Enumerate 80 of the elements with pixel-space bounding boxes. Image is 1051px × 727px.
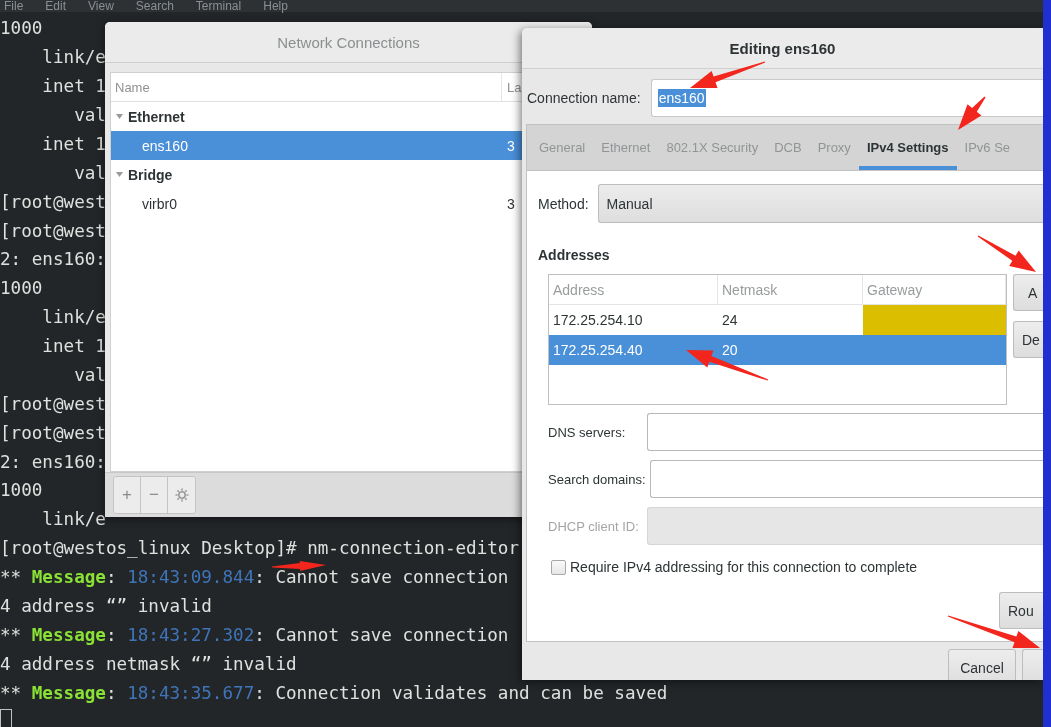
- column-header[interactable]: Gateway: [863, 275, 1006, 304]
- terminal-line: [root@west: [0, 394, 106, 413]
- gateway-cell[interactable]: [863, 305, 1006, 335]
- method-dropdown[interactable]: Manual: [597, 184, 1043, 223]
- terminal-line: inet 1: [41, 77, 106, 96]
- connection-name: ens160: [142, 137, 189, 154]
- group-label: Bridge: [128, 166, 173, 183]
- connection-name-field[interactable]: ens160: [650, 79, 1043, 117]
- table-cell-text: 172.25.254.10: [552, 311, 644, 330]
- terminal-line: 2: ens160:: [0, 250, 106, 269]
- menu-item[interactable]: Edit: [45, 0, 67, 12]
- connection-name: virbr0: [142, 195, 178, 212]
- window-title: Network Connections: [277, 33, 420, 51]
- terminal-line: ** Message: 18:43:09.844: Cannot save connection: [0, 568, 509, 587]
- terminal-line: link/e: [41, 308, 106, 327]
- annotation-arrow: [272, 561, 326, 571]
- table-cell: 3: [507, 195, 515, 212]
- text-field[interactable]: [647, 413, 1043, 451]
- text-field[interactable]: [649, 460, 1043, 498]
- menu-item[interactable]: View: [88, 0, 114, 12]
- terminal-line: 1000: [0, 481, 43, 500]
- annotation-arrow: [977, 235, 1036, 272]
- table-cell-text: 20: [721, 341, 739, 360]
- tab[interactable]: Proxy: [809, 125, 859, 170]
- dialog-button[interactable]: [1022, 649, 1043, 680]
- menu-item[interactable]: Search: [135, 0, 174, 12]
- column-header[interactable]: Address: [549, 275, 718, 304]
- menu-item[interactable]: Terminal: [195, 0, 242, 12]
- terminal-line: 1000: [0, 19, 43, 38]
- annotation-arrow: [958, 96, 986, 130]
- terminal-line: link/e: [41, 48, 106, 67]
- menu-item[interactable]: File: [4, 0, 24, 12]
- section-heading: Addresses: [538, 247, 611, 265]
- routes-button[interactable]: Rou: [999, 592, 1043, 629]
- terminal-line: 4 address netmask “” invalid: [0, 654, 297, 673]
- dialog-title: Editing ens160: [729, 39, 836, 57]
- terminal-line: val: [73, 365, 106, 384]
- table-cell-text: 24: [721, 311, 739, 330]
- terminal-line: [root@west: [0, 423, 106, 442]
- add-button[interactable]: +: [114, 477, 141, 513]
- terminal-line: 1000: [0, 279, 43, 298]
- group-label: Ethernet: [128, 108, 185, 125]
- checkbox[interactable]: [551, 559, 566, 575]
- delete-button[interactable]: De: [1013, 321, 1043, 358]
- field-label: Connection name:: [527, 90, 641, 106]
- terminal-line: ** Message: 18:43:27.302: Cannot save connection: [0, 625, 509, 644]
- menu-item[interactable]: Help: [263, 0, 288, 12]
- terminal-line: val: [73, 163, 106, 182]
- field-label: Search domains:: [548, 471, 646, 487]
- settings-button[interactable]: [168, 477, 195, 513]
- terminal-line: 4 address “” invalid: [0, 596, 212, 615]
- table-cell-text: 172.25.254.40: [552, 341, 644, 360]
- terminal-line: link/e: [41, 510, 106, 529]
- add-button[interactable]: A: [1013, 274, 1043, 311]
- gear-icon: [174, 488, 189, 502]
- terminal-line: ** Message: 18:43:35.677: Connection validates and can be saved: [0, 683, 668, 702]
- terminal-cursor: [0, 709, 12, 727]
- column-header[interactable]: Name: [111, 73, 502, 101]
- address-row[interactable]: 172.25.254.40 20: [549, 335, 1006, 365]
- field-label: DHCP client ID:: [548, 518, 640, 534]
- field-label: DNS servers:: [548, 424, 627, 440]
- expander-icon[interactable]: [115, 170, 124, 179]
- terminal-line: inet 1: [41, 337, 106, 356]
- terminal-line: [root@west: [0, 192, 106, 211]
- column-header[interactable]: Netmask: [718, 275, 863, 304]
- tab[interactable]: Ethernet: [593, 125, 659, 170]
- terminal-line: 2: ens160:: [0, 452, 106, 471]
- expander-icon[interactable]: [115, 112, 124, 121]
- terminal-line: [root@west: [0, 221, 106, 240]
- terminal-line: inet 1: [41, 134, 106, 153]
- field-label: Method:: [538, 195, 589, 212]
- table-cell: 3: [507, 137, 515, 154]
- remove-button[interactable]: −: [141, 477, 168, 513]
- checkbox-label: Require IPv4 addressing for this connection to complete: [570, 559, 918, 575]
- cancel-button[interactable]: Cancel: [948, 649, 1016, 680]
- tab[interactable]: 802.1X Security: [658, 125, 767, 170]
- terminal-line: [root@westos_linux Desktop]# nm-connection-editor: [0, 539, 520, 558]
- terminal-line: val: [73, 106, 106, 125]
- tab[interactable]: IPv6 Se: [956, 125, 1019, 170]
- tab[interactable]: DCB: [766, 125, 810, 170]
